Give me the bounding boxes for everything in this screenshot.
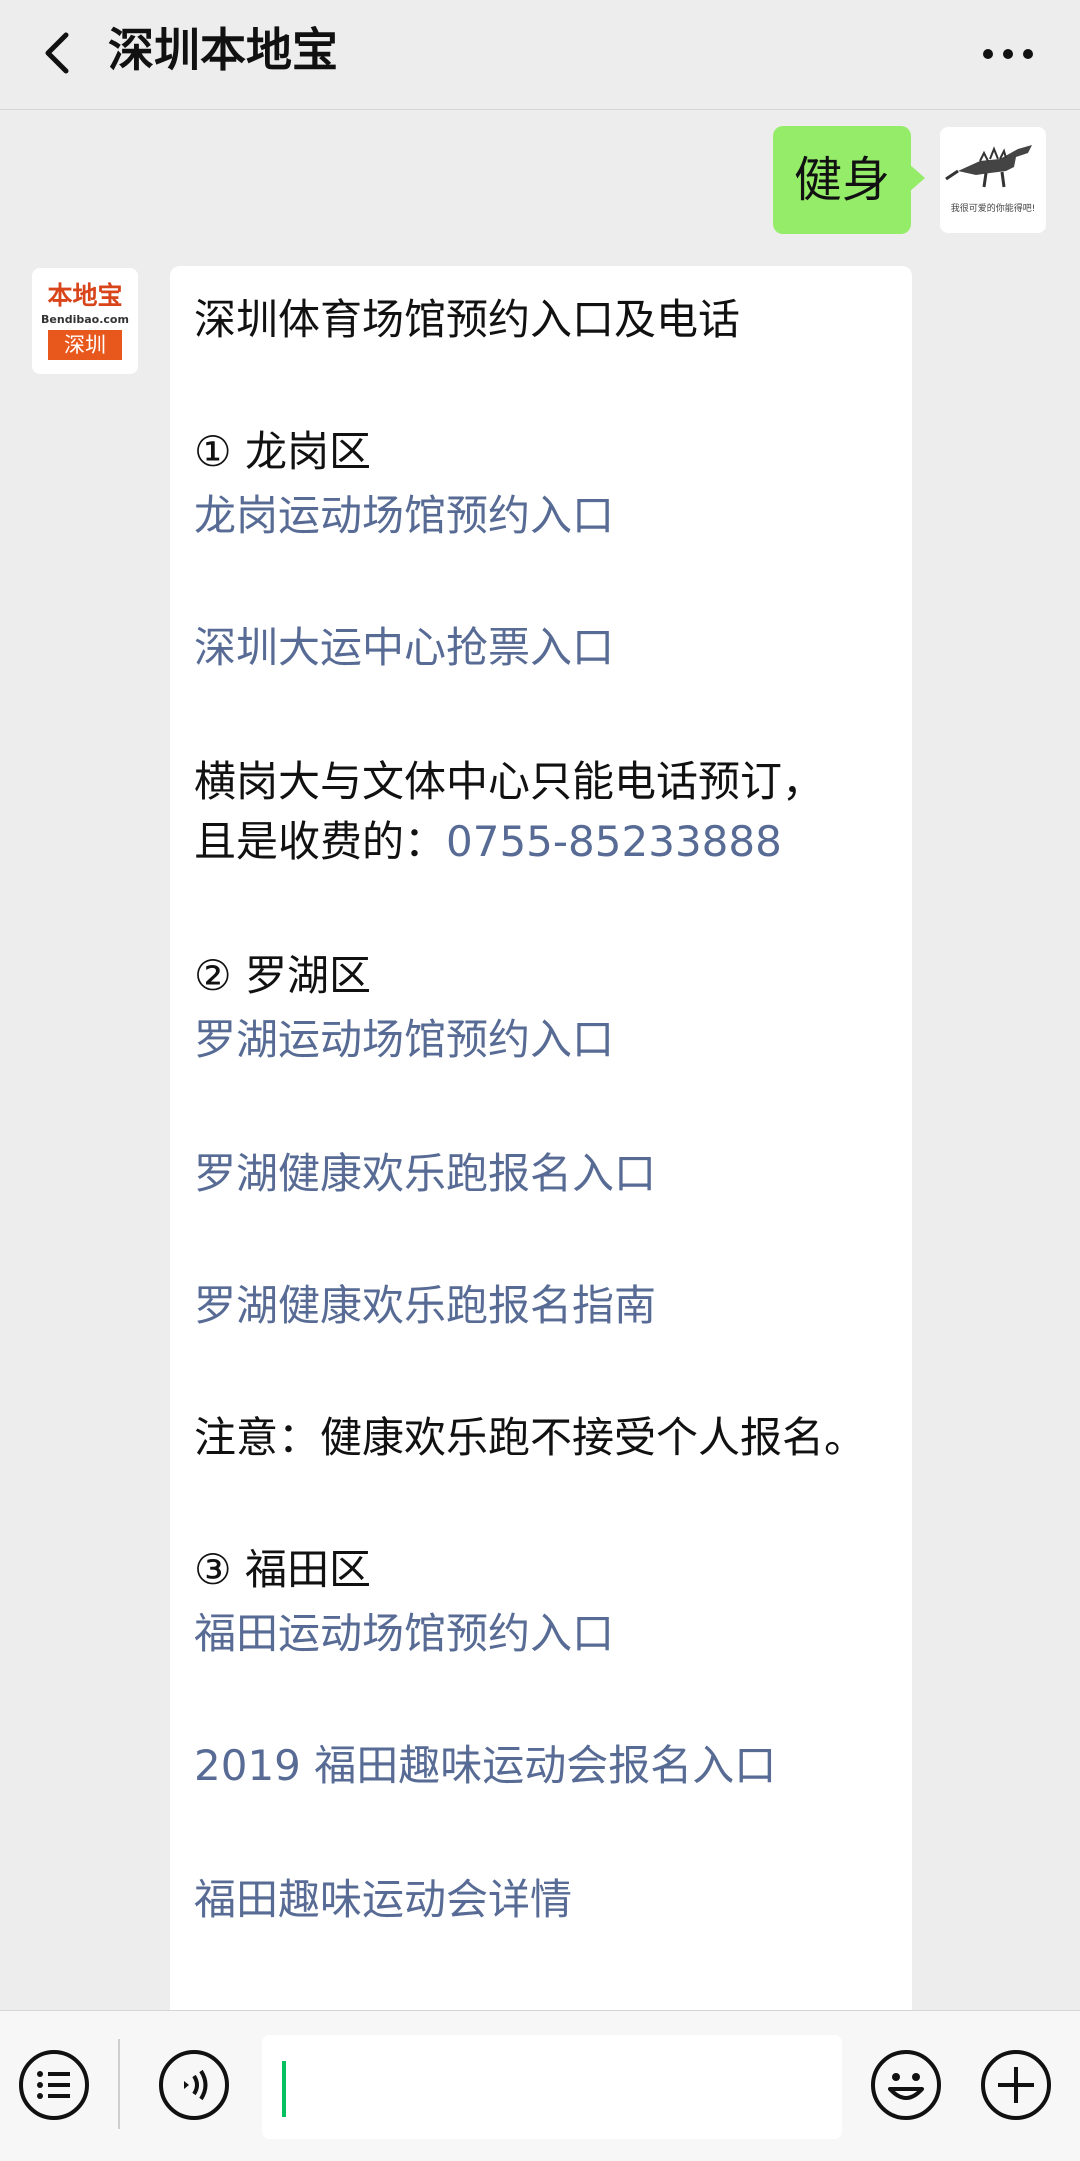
link-longgang-venue-booking[interactable]: 龙岗运动场馆预约入口 [194,488,614,544]
dinosaur-icon [945,145,1032,188]
chat-title: 深圳本地宝 [108,23,338,77]
link-luohu-venue-booking[interactable]: 罗湖运动场馆预约入口 [194,1012,614,1068]
section-header-futian: ③ 福田区 [194,1545,372,1594]
logo-text-domain: Bendibao.com [41,313,129,326]
received-message-bubble: 深圳体育场馆预约入口及电话 ① 龙岗区 龙岗运动场馆预约入口 深圳大运中心抢票入… [170,266,912,2026]
logo-text-city: 深圳 [48,330,122,360]
section-header-luohu: ② 罗湖区 [194,951,372,1000]
hengang-note-line2: 且是收费的：0755-85233888 [194,814,782,870]
phone-number-link[interactable]: 0755-85233888 [446,817,782,866]
reply-title: 深圳体育场馆预约入口及电话 [194,295,741,344]
avatar-caption: 我很可爱的你能得吧! [950,204,1036,214]
list-menu-icon[interactable] [16,2047,92,2123]
logo-text-top: 本地宝 [47,281,123,310]
link-futian-venue-booking[interactable]: 福田运动场馆预约入口 [194,1606,614,1662]
link-futian-games-signup[interactable]: 2019 福田趣味运动会报名入口 [194,1738,776,1794]
link-luohu-run-guide[interactable]: 罗湖健康欢乐跑报名指南 [194,1278,656,1334]
top-navigation-bar: 深圳本地宝 [0,0,1080,110]
text-caret [282,2061,286,2117]
message-input[interactable] [262,2035,842,2139]
hengang-note-prefix: 且是收费的： [194,817,447,866]
chevron-left-icon[interactable] [30,25,86,81]
plus-icon[interactable] [978,2047,1054,2123]
voice-icon[interactable] [156,2047,232,2123]
bar-divider [118,2039,120,2129]
sent-message-text: 健身 [793,152,890,208]
run-note: 注意：健康欢乐跑不接受个人报名。 [194,1413,867,1462]
emoji-icon[interactable] [868,2047,944,2123]
more-dots-icon[interactable] [978,36,1038,72]
link-futian-games-details[interactable]: 福田趣味运动会详情 [194,1872,572,1928]
hengang-note-line1: 横岗大与文体中心只能电话预订， [194,757,825,806]
link-luohu-run-signup[interactable]: 罗湖健康欢乐跑报名入口 [194,1146,656,1202]
section-header-longgang: ① 龙岗区 [194,427,372,476]
chat-input-bar [0,2010,1080,2161]
user-avatar[interactable]: 我很可爱的你能得吧! [940,127,1046,233]
link-universiade-center-tickets[interactable]: 深圳大运中心抢票入口 [194,620,614,676]
sent-message-bubble[interactable]: 健身 [773,126,925,234]
sender-avatar[interactable]: 本地宝 Bendibao.com 深圳 [32,268,138,374]
